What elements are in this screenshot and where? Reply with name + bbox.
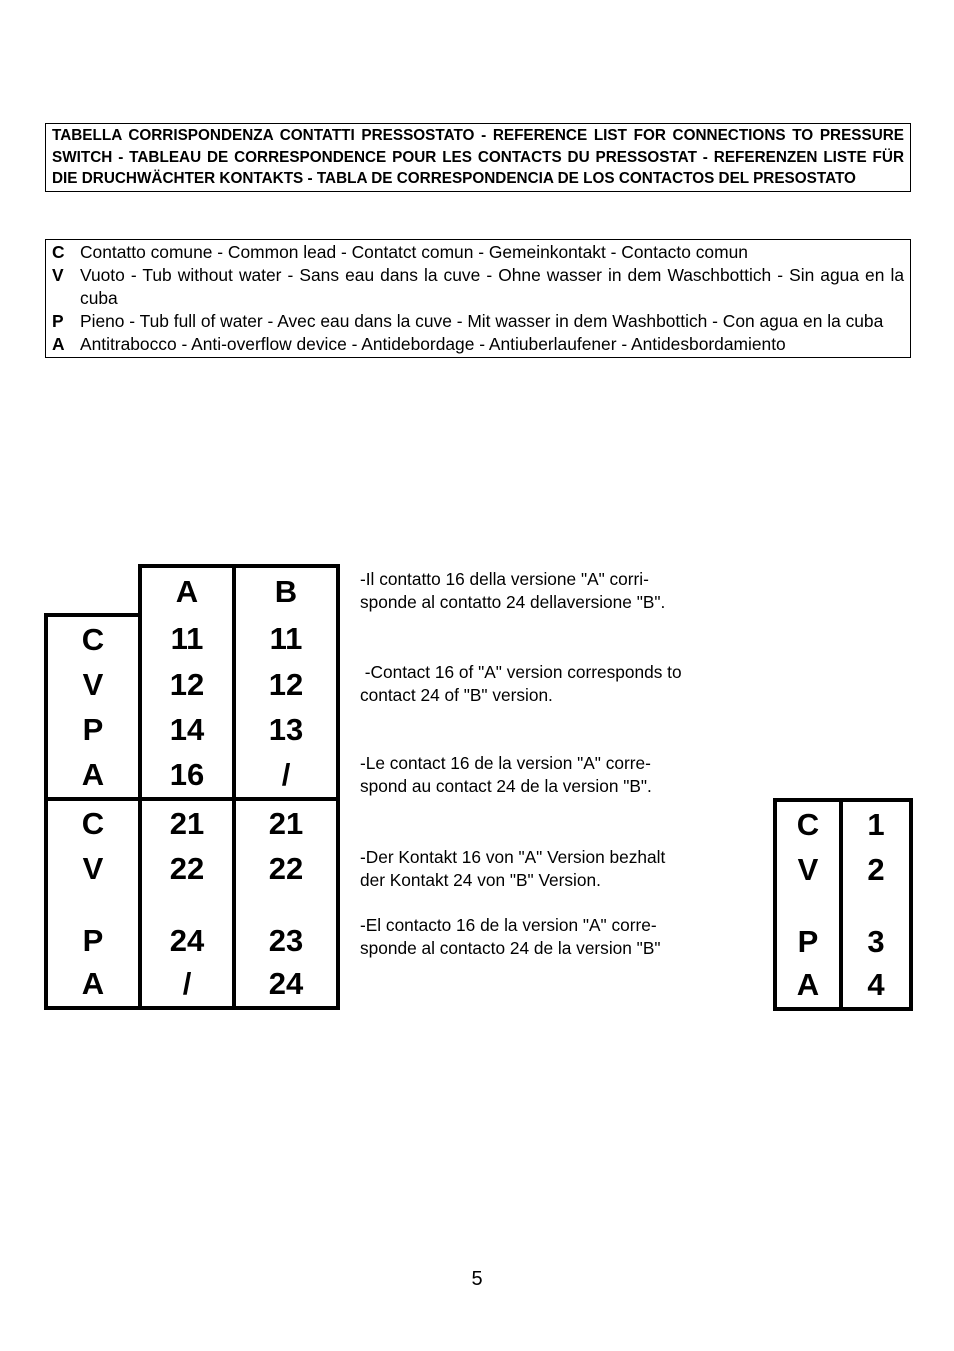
- cell-a: 16: [138, 752, 236, 801]
- table-row: P 14 13: [44, 707, 340, 752]
- legend-item-a: A Antitrabocco - Anti-overflow device - …: [52, 333, 904, 356]
- legend-desc: Pieno - Tub full of water - Avec eau dan…: [80, 311, 884, 331]
- cell-b: /: [232, 752, 340, 801]
- row-value: 3: [839, 892, 913, 962]
- row-key: A: [44, 752, 142, 801]
- legend-key: V: [52, 265, 64, 285]
- contacts-table: A B C 11 11 V 12 12 P 14 13 A 16 / C 21 …: [44, 564, 340, 1010]
- row-key: V: [44, 846, 142, 891]
- legend-desc: Contatto comune - Common lead - Contatct…: [80, 242, 748, 262]
- note-line: -Der Kontakt 16 von "A" Version bezhalt: [360, 847, 666, 867]
- cell-a: 22: [138, 846, 236, 891]
- row-key: C: [44, 615, 142, 662]
- single-version-table: C 1 V 2 P 3 A 4: [773, 798, 913, 1011]
- cell-b: 22: [232, 846, 340, 891]
- row-key: V: [773, 847, 843, 892]
- note-line: spond au contact 24 de la version "B".: [360, 776, 652, 796]
- note-line: contact 24 of "B" version.: [360, 685, 553, 705]
- header-version-a: A: [138, 564, 236, 615]
- row-key: P: [44, 707, 142, 752]
- table-row: A 16 /: [44, 752, 340, 801]
- table-row: C 21 21: [44, 799, 340, 846]
- cell-a: 24: [138, 891, 236, 961]
- note-line: -Contact 16 of "A" version corresponds t…: [360, 662, 682, 682]
- cell-a: 21: [138, 799, 236, 846]
- cell-b: 24: [232, 961, 340, 1010]
- legend-item-c: C Contatto comune - Common lead - Contat…: [52, 241, 904, 264]
- title-text: TABELLA CORRISPONDENZA CONTATTI PRESSOST…: [52, 127, 904, 187]
- note-german: -Der Kontakt 16 von "A" Version bezhalt …: [360, 846, 665, 892]
- legend-desc: Vuoto - Tub without water - Sans eau dan…: [80, 265, 904, 308]
- page-number: 5: [471, 1268, 483, 1290]
- header-version-b: B: [234, 564, 340, 615]
- cell-a: 14: [138, 707, 236, 752]
- note-italian: -Il contatto 16 della versione "A" corri…: [360, 568, 665, 614]
- note-line: -Le contact 16 de la version "A" corre-: [360, 753, 651, 773]
- cell-b: 23: [232, 891, 340, 961]
- title-box: TABELLA CORRISPONDENZA CONTATTI PRESSOST…: [45, 123, 911, 192]
- cell-a: /: [138, 961, 236, 1010]
- cell-b: 11: [232, 615, 340, 662]
- legend-key: C: [52, 242, 65, 262]
- row-key: C: [773, 798, 843, 847]
- note-line: -El contacto 16 de la version "A" corre-: [360, 915, 657, 935]
- contact-group-2: C 21 21 V 22 22 P 24 23 A / 24: [44, 799, 340, 1010]
- legend-item-p: P Pieno - Tub full of water - Avec eau d…: [52, 310, 904, 333]
- legend-key: P: [52, 311, 64, 331]
- cell-b: 12: [232, 662, 340, 707]
- note-line: -Il contatto 16 della versione "A" corri…: [360, 569, 649, 589]
- table-row: P 3: [773, 892, 913, 962]
- legend-item-v: V Vuoto - Tub without water - Sans eau d…: [52, 264, 904, 310]
- note-english: -Contact 16 of "A" version corresponds t…: [360, 661, 682, 707]
- cell-a: 12: [138, 662, 236, 707]
- contact-group-1: C 11 11 V 12 12 P 14 13 A 16 /: [44, 615, 340, 801]
- cell-b: 13: [232, 707, 340, 752]
- note-line: der Kontakt 24 von "B" Version.: [360, 870, 601, 890]
- note-french: -Le contact 16 de la version "A" corre- …: [360, 752, 652, 798]
- cell-a: 11: [138, 615, 236, 662]
- legend-box: C Contatto comune - Common lead - Contat…: [45, 239, 911, 358]
- row-key: A: [773, 962, 843, 1011]
- row-key: P: [773, 892, 843, 962]
- legend-key: A: [52, 334, 65, 354]
- row-value: 4: [839, 962, 913, 1011]
- table-row: A 4: [773, 962, 913, 1011]
- table-row: A / 24: [44, 961, 340, 1010]
- table-row: V 2: [773, 847, 913, 892]
- table-row: P 24 23: [44, 891, 340, 961]
- table-row: C 11 11: [44, 615, 340, 662]
- legend-desc: Antitrabocco - Anti-overflow device - An…: [80, 334, 786, 354]
- row-key: A: [44, 961, 142, 1010]
- row-value: 2: [839, 847, 913, 892]
- row-key: P: [44, 891, 142, 961]
- row-value: 1: [839, 798, 913, 847]
- note-line: sponde al contatto 24 dellaversione "B".: [360, 592, 666, 612]
- header-blank-cell: [46, 566, 140, 617]
- table-row: V 12 12: [44, 662, 340, 707]
- cell-b: 21: [232, 799, 340, 846]
- table-header-row: A B: [46, 564, 340, 617]
- note-spanish: -El contacto 16 de la version "A" corre-…: [360, 914, 660, 960]
- note-line: sponde al contacto 24 de la version "B": [360, 938, 661, 958]
- table-row: C 1: [773, 798, 913, 847]
- row-key: V: [44, 662, 142, 707]
- table-row: V 22 22: [44, 846, 340, 891]
- row-key: C: [44, 799, 142, 846]
